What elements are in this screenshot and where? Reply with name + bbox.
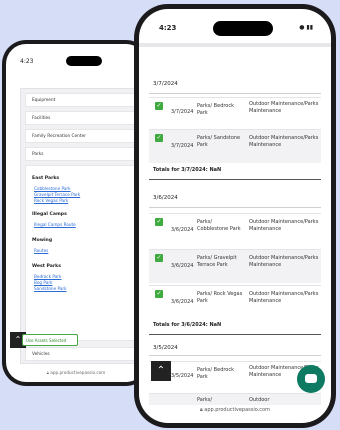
row-activity: Outdoor Maintenance/Parks Maintenance <box>249 135 319 148</box>
asset-filter-panel: Equipment Facilities Family Recreation C… <box>20 88 138 364</box>
group-title: West Parks <box>32 264 61 269</box>
scroll-up-button[interactable]: ⌃ <box>151 361 171 381</box>
row-park: Parks/ Rock Vegas Park <box>197 291 243 304</box>
table-row[interactable]: ✓ 3/6/2024 Parks/ Rock Vegas Park Outdoo… <box>149 285 321 319</box>
notch <box>66 56 102 66</box>
date-heading: 3/5/2024 <box>153 345 178 351</box>
row-activity: Outdoor Maintenance/Parks Maintenance <box>249 291 319 304</box>
status-time: 4:23 <box>159 24 177 32</box>
asset-link[interactable]: Bedrock Park <box>34 274 61 279</box>
parks-expanded-list: East Parks Cobblestone Park Gravelpit Te… <box>25 165 135 341</box>
check-icon: ✓ <box>155 134 163 142</box>
url-bar[interactable]: 🔒︎ app.productivepassio.com <box>139 407 331 413</box>
check-icon: ✓ <box>155 218 163 226</box>
asset-link[interactable]: Gravelpit Terrace Park <box>34 192 80 197</box>
table-row[interactable]: ✓ 3/6/2024 Parks/ Cobblestone Park Outdo… <box>149 213 321 247</box>
chat-button[interactable] <box>297 365 325 393</box>
row-park: Parks/ Bedrock Park <box>197 103 235 116</box>
row-date: 3/7/2024 <box>171 109 194 115</box>
row-activity: Outdoor Maintenance/Parks Maintenance <box>249 219 319 232</box>
table-row[interactable]: ✓ 3/5/2024 Parks/ Bedrock Park Outdoor M… <box>149 361 321 391</box>
row-date: 3/6/2024 <box>171 227 194 233</box>
asset-link[interactable]: Bog Park <box>34 280 52 285</box>
back-phone-screen: 4:23 Equipment Facilities Family Recreat… <box>6 44 146 382</box>
row-date: 3/6/2024 <box>171 299 194 305</box>
chevron-up-icon: ⌃ <box>14 335 22 344</box>
totals-line: Totals for 3/6/2024: NaN <box>153 322 222 328</box>
filter-row-facilities[interactable]: Facilities <box>25 111 135 125</box>
table-row[interactable]: ✓ 3/6/2024 Parks/ Gravelpit Terrace Park… <box>149 249 321 283</box>
filter-row-equipment[interactable]: Equipment <box>25 93 135 107</box>
group-title: Illegal Camps <box>32 212 67 217</box>
front-phone-screen: 4:23 ● ▮▮ 3/7/2024 ✓ 3/7/2024 Parks/ Bed… <box>139 9 331 423</box>
asset-link[interactable]: Sandstone Park <box>34 286 67 291</box>
front-phone: 4:23 ● ▮▮ 3/7/2024 ✓ 3/7/2024 Parks/ Bed… <box>134 4 336 428</box>
status-time: 4:23 <box>20 58 34 65</box>
row-date: 3/7/2024 <box>171 143 194 149</box>
table-row[interactable]: Parks/ Outdoor <box>149 393 321 405</box>
row-date: 3/6/2024 <box>171 263 194 269</box>
group-title: Mowing <box>32 238 53 243</box>
back-phone: 4:23 Equipment Facilities Family Recreat… <box>2 40 150 386</box>
asset-link[interactable]: Rock Vegas Park <box>34 198 68 203</box>
divider <box>149 355 321 356</box>
use-assets-selected-button[interactable]: Use Assets Selected <box>22 334 78 346</box>
notch <box>213 21 273 36</box>
divider <box>149 207 321 208</box>
group-title: East Parks <box>32 176 60 181</box>
filter-row-parks[interactable]: Parks <box>25 147 135 161</box>
chat-icon <box>305 374 317 383</box>
row-park: Parks/ Bedrock Park <box>197 367 235 380</box>
table-row[interactable]: ✓ 3/7/2024 Parks/ Bedrock Park Outdoor M… <box>149 97 321 127</box>
top-bar <box>139 43 331 47</box>
divider <box>149 93 321 94</box>
asset-link[interactable]: Routes <box>34 248 48 253</box>
chevron-up-icon: ⌃ <box>156 365 166 376</box>
date-heading: 3/6/2024 <box>153 195 178 201</box>
date-heading: 3/7/2024 <box>153 81 178 87</box>
row-park: Parks/ Cobblestone Park <box>197 219 241 232</box>
divider <box>149 334 321 335</box>
check-icon: ✓ <box>155 290 163 298</box>
row-park: Parks/ Gravelpit Terrace Park <box>197 255 237 268</box>
divider <box>149 179 321 180</box>
url-bar[interactable]: 🔒︎ app.productivepassio.com <box>6 370 146 375</box>
asset-link[interactable]: Cobblestone Park <box>34 186 71 191</box>
check-icon: ✓ <box>155 102 163 110</box>
filter-row-vehicles[interactable]: Vehicles <box>25 347 135 361</box>
row-activity: Outdoor <box>249 397 270 403</box>
table-row[interactable]: ✓ 3/7/2024 Parks/ Sandstone Park Outdoor… <box>149 129 321 163</box>
check-icon: ✓ <box>155 254 163 262</box>
status-icons: ● ▮▮ <box>299 24 313 31</box>
row-park: Parks/ Sandstone Park <box>197 135 241 148</box>
totals-line: Totals for 3/7/2024: NaN <box>153 167 222 173</box>
row-activity: Outdoor Maintenance/Parks Maintenance <box>249 101 319 114</box>
row-date: 3/5/2024 <box>171 373 194 379</box>
asset-link[interactable]: Illegal Camps Route <box>34 222 76 227</box>
filter-row-family-rec[interactable]: Family Recreation Center <box>25 129 135 143</box>
row-park: Parks/ <box>197 397 213 403</box>
row-activity: Outdoor Maintenance/Parks Maintenance <box>249 255 319 268</box>
